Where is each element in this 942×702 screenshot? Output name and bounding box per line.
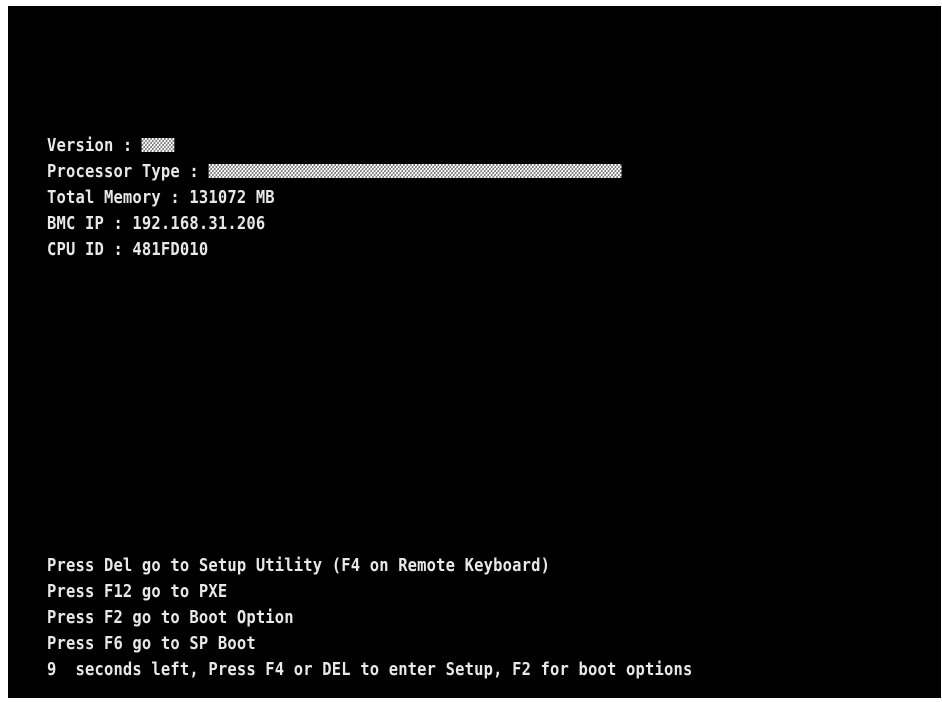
cpu-id-line: CPU ID : 481FD010 [47,239,209,260]
setup-utility-prompt: Press Del go to Setup Utility (F4 on Rem… [47,555,551,576]
bmc-ip-line: BMC IP : 192.168.31.206 [47,213,266,234]
version-label: Version : [47,135,142,156]
total-memory-line: Total Memory : 131072 MB [47,187,275,208]
boot-option-prompt: Press F2 go to Boot Option [47,607,294,628]
processor-type-line: Processor Type : [47,159,622,185]
processor-type-label: Processor Type : [47,161,209,182]
bios-post-screen: Version : Processor Type : Total Memory … [8,6,941,698]
redacted-processor-value [208,164,622,178]
version-line: Version : [47,133,175,159]
sp-boot-prompt: Press F6 go to SP Boot [47,633,256,654]
redacted-version-value [141,138,175,152]
pxe-prompt: Press F12 go to PXE [47,581,228,602]
countdown-message: 9 seconds left, Press F4 or DEL to enter… [47,659,693,680]
